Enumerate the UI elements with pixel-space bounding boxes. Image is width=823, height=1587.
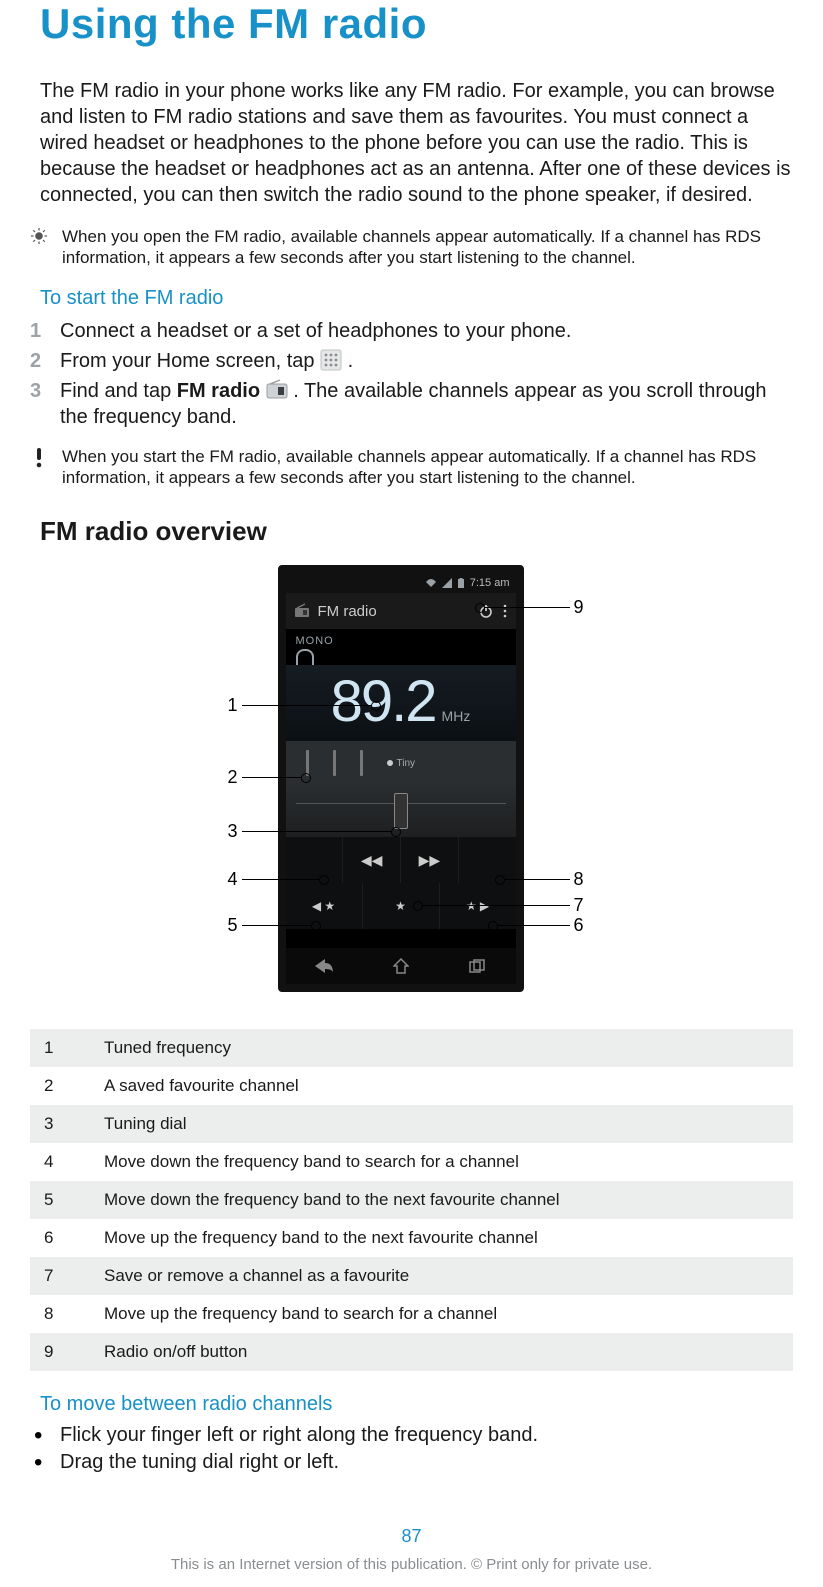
table-row: 1Tuned frequency [30, 1029, 793, 1067]
page-title: Using the FM radio [40, 0, 793, 48]
overview-diagram: 7:15 am FM radio MONO 89.2 MHz Tiny [30, 565, 793, 1015]
subhead-start: To start the FM radio [40, 287, 793, 310]
next-favourite-icon: ★ ▶ [440, 883, 516, 929]
callout-4: 4 [242, 879, 320, 880]
prev-favourite-icon: ◀ ★ [286, 883, 363, 929]
frequency-display: 89.2 MHz [286, 665, 516, 741]
callout-6: 6 [497, 925, 570, 926]
step-3-text-a: Find and tap [60, 380, 177, 402]
radio-icon [294, 603, 310, 619]
bullet-1: Flick your finger left or right along th… [30, 1422, 793, 1449]
callout-5: 5 [242, 925, 312, 926]
step-1-text: Connect a headset or a set of headphones… [60, 320, 571, 342]
frequency-value: 89.2 [331, 673, 436, 731]
status-time: 7:15 am [470, 577, 510, 589]
headphone-icon [296, 649, 314, 665]
intro-paragraph: The FM radio in your phone works like an… [40, 78, 793, 208]
steps-list: Connect a headset or a set of headphones… [30, 316, 793, 432]
overflow-icon [502, 603, 508, 619]
frequency-unit: MHz [442, 708, 471, 724]
step-3-bold: FM radio [177, 380, 260, 402]
overview-table: 1Tuned frequency 2A saved favourite chan… [30, 1029, 793, 1371]
callout-1: 1 [242, 705, 372, 706]
table-row: 7Save or remove a channel as a favourite [30, 1257, 793, 1295]
table-row: 4Move down the frequency band to search … [30, 1143, 793, 1181]
wifi-icon [426, 578, 436, 588]
callout-7: 7 [422, 905, 570, 906]
page-number: 87 [0, 1526, 823, 1547]
frequency-band: Tiny [286, 741, 516, 785]
table-row: 9Radio on/off button [30, 1333, 793, 1371]
callout-3: 3 [242, 831, 392, 832]
callout-8: 8 [504, 879, 570, 880]
status-bar: 7:15 am [286, 573, 516, 593]
back-icon [286, 948, 363, 984]
callout-2: 2 [242, 777, 302, 778]
important-icon [30, 446, 48, 489]
apps-grid-icon [320, 349, 342, 371]
step-3: Find and tap FM radio . The available ch… [30, 376, 793, 432]
table-row: 6Move up the frequency band to the next … [30, 1219, 793, 1257]
tip-note: When you open the FM radio, available ch… [30, 226, 793, 269]
table-row: 3Tuning dial [30, 1105, 793, 1143]
app-title: FM radio [318, 603, 377, 620]
scan-down-icon: ◀◀ [343, 837, 401, 883]
tip-text: When you open the FM radio, available ch… [62, 226, 793, 269]
step-2: From your Home screen, tap . [30, 346, 793, 376]
footer-note: This is an Internet version of this publ… [0, 1556, 823, 1573]
bullet-2: Drag the tuning dial right or left. [30, 1449, 793, 1476]
mono-label: MONO [286, 629, 516, 647]
step-2-text-b: . [342, 350, 353, 372]
subhead-move: To move between radio channels [40, 1393, 793, 1416]
scan-up-icon: ▶▶ [401, 837, 459, 883]
signal-icon [442, 578, 452, 588]
system-navbar [286, 948, 516, 984]
saved-channel-label: Tiny [397, 758, 416, 769]
table-row: 8Move up the frequency band to search fo… [30, 1295, 793, 1333]
fm-radio-app-icon [266, 379, 288, 401]
home-icon [362, 948, 439, 984]
important-text: When you start the FM radio, available c… [62, 446, 793, 489]
step-1: Connect a headset or a set of headphones… [30, 316, 793, 346]
bullet-list: Flick your finger left or right along th… [30, 1422, 793, 1476]
table-row: 5Move down the frequency band to the nex… [30, 1181, 793, 1219]
recent-icon [439, 948, 516, 984]
tip-icon [30, 226, 48, 269]
step-2-text-a: From your Home screen, tap [60, 350, 320, 372]
table-row: 2A saved favourite channel [30, 1067, 793, 1105]
favourite-icon: ★ [363, 883, 440, 929]
callout-9: 9 [484, 607, 570, 608]
tuning-dial [286, 785, 516, 837]
important-note: When you start the FM radio, available c… [30, 446, 793, 489]
battery-icon [458, 578, 464, 588]
overview-heading: FM radio overview [40, 516, 793, 547]
